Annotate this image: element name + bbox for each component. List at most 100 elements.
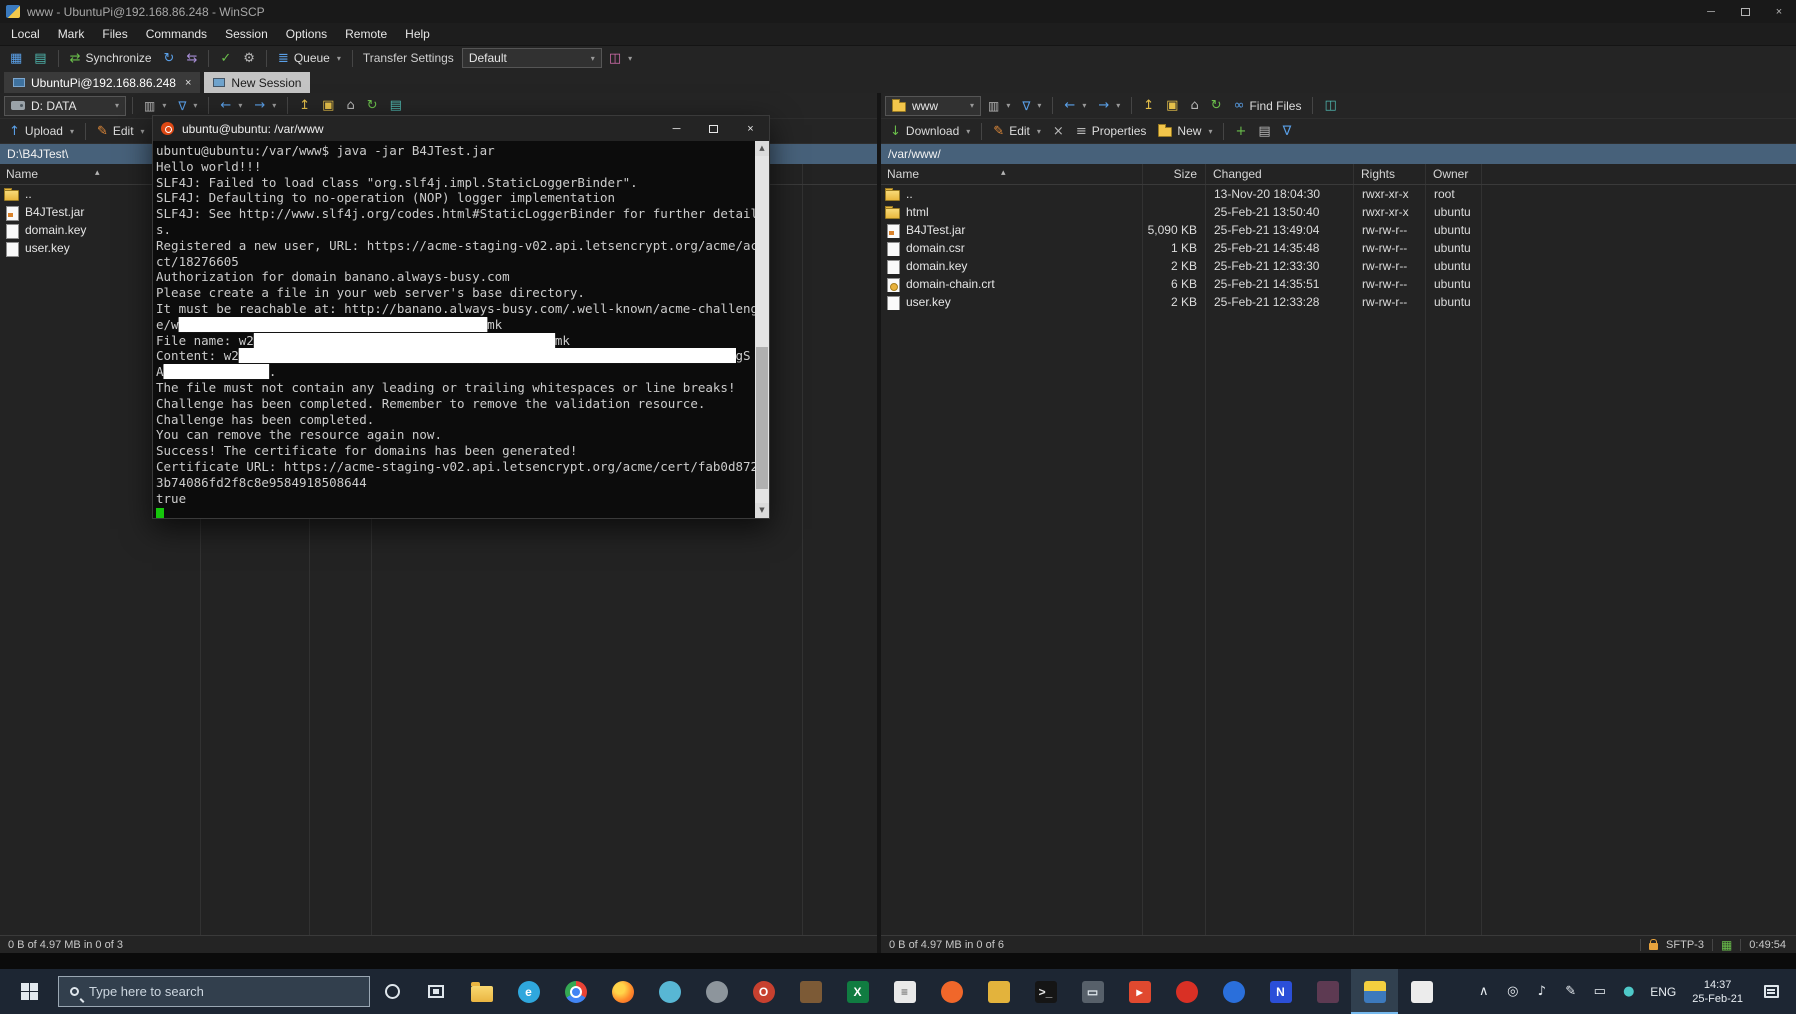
remote-forward-button[interactable]: →▾: [1093, 95, 1125, 116]
menu-item[interactable]: Local: [2, 23, 49, 45]
language-indicator[interactable]: ENG: [1643, 985, 1683, 999]
commit-button[interactable]: ✓: [215, 47, 236, 69]
scroll-down-icon[interactable]: ▼: [755, 503, 769, 518]
refresh-session-button[interactable]: ↻: [159, 47, 180, 69]
app-icon-orange[interactable]: [928, 969, 975, 1014]
tray-chevron-up-icon[interactable]: ∧: [1469, 984, 1498, 999]
remote-open-directory-button[interactable]: ◫: [1319, 95, 1341, 116]
menu-item[interactable]: Session: [216, 23, 277, 45]
delete-button[interactable]: ×: [1048, 121, 1069, 142]
terminal-window[interactable]: ubuntu@ubuntu: /var/www ─ × ubuntu@ubunt…: [152, 115, 770, 519]
tray-app-icon[interactable]: ●: [1614, 984, 1643, 999]
terminal-title-bar[interactable]: ubuntu@ubuntu: /var/www ─ ×: [153, 116, 769, 141]
local-drive-menu-button[interactable]: ▥▾: [139, 95, 171, 116]
synchronize-button[interactable]: ⇄ Synchronize: [65, 47, 157, 69]
commander-view-button[interactable]: ▦: [5, 47, 27, 69]
file-explorer-icon[interactable]: [458, 969, 505, 1014]
transfer-settings-select[interactable]: Default ▾: [462, 48, 602, 68]
remote-refresh-button[interactable]: ↻: [1206, 95, 1227, 116]
file-row[interactable]: html 25-Feb-21 13:50:40 rwxr-xr-x ubuntu: [881, 203, 1796, 221]
new-session-tab[interactable]: New Session: [204, 72, 310, 93]
taskbar-clock[interactable]: 14:37 25-Feb-21: [1683, 978, 1752, 1006]
close-button[interactable]: ×: [1762, 0, 1796, 23]
download-button[interactable]: ↓ Download ▾: [885, 121, 975, 142]
action-center-button[interactable]: [1752, 985, 1790, 998]
file-row[interactable]: B4JTest.jar 5,090 KB 25-Feb-21 13:49:04 …: [881, 221, 1796, 239]
minimize-button[interactable]: ─: [1694, 0, 1728, 23]
pen-icon[interactable]: ✎: [1556, 984, 1585, 999]
local-refresh-button[interactable]: ↻: [362, 95, 383, 116]
file-row[interactable]: domain.csr 1 KB 25-Feb-21 14:35:48 rw-rw…: [881, 239, 1796, 257]
terminal-close-button[interactable]: ×: [732, 116, 769, 141]
preferences-button[interactable]: ⚙: [238, 47, 260, 69]
app-icon-gold[interactable]: [975, 969, 1022, 1014]
terminal-scrollbar[interactable]: ▲ ▼: [755, 141, 769, 518]
terminal-minimize-button[interactable]: ─: [658, 116, 695, 141]
file-row[interactable]: user.key 2 KB 25-Feb-21 12:33:28 rw-rw-r…: [881, 293, 1796, 311]
touch-keyboard-icon[interactable]: ▭: [1585, 984, 1614, 999]
drive-selector[interactable]: D: DATA ▾: [4, 96, 126, 116]
protocol-label[interactable]: SFTP-3: [1666, 939, 1704, 951]
winscp-icon[interactable]: [1351, 969, 1398, 1014]
hidden-files-button[interactable]: ▤: [1253, 121, 1275, 142]
transfer-preset-button[interactable]: ◫ ▾: [604, 47, 637, 69]
column-header-name[interactable]: Name ▴: [881, 164, 1142, 184]
app-icon-doc[interactable]: ≡: [881, 969, 928, 1014]
feedback-icon[interactable]: [1398, 969, 1445, 1014]
column-divider[interactable]: [802, 164, 803, 935]
app-icon-red-square[interactable]: ▸: [1116, 969, 1163, 1014]
menu-item[interactable]: Options: [277, 23, 336, 45]
tab-close-icon[interactable]: ×: [185, 77, 191, 89]
new-button[interactable]: New ▾: [1153, 121, 1217, 142]
remote-home-directory-button[interactable]: ⌂: [1185, 95, 1203, 116]
opera-icon[interactable]: O: [740, 969, 787, 1014]
column-header-owner[interactable]: Owner: [1425, 164, 1481, 184]
queue-button[interactable]: ≣ Queue ▾: [273, 47, 346, 69]
menu-item[interactable]: Files: [93, 23, 136, 45]
terminal-maximize-button[interactable]: [695, 116, 732, 141]
display-settings-icon[interactable]: ▭: [1069, 969, 1116, 1014]
taskbar-search[interactable]: Type here to search: [58, 976, 370, 1007]
app-icon-red[interactable]: [1163, 969, 1210, 1014]
local-edit-button[interactable]: ✎ Edit ▾: [92, 121, 150, 142]
column-header-size[interactable]: Size: [1142, 164, 1205, 184]
volume-icon[interactable]: ♪: [1527, 984, 1556, 999]
file-row[interactable]: domain-chain.crt 6 KB 25-Feb-21 14:35:51…: [881, 275, 1796, 293]
excel-icon[interactable]: X: [834, 969, 881, 1014]
file-row[interactable]: domain.key 2 KB 25-Feb-21 12:33:30 rw-rw…: [881, 257, 1796, 275]
app-icon-blue[interactable]: [1210, 969, 1257, 1014]
start-button[interactable]: [0, 969, 58, 1014]
chrome-icon[interactable]: [552, 969, 599, 1014]
remote-root-directory-button[interactable]: ▣: [1161, 95, 1183, 116]
column-header-rights[interactable]: Rights: [1353, 164, 1425, 184]
local-home-directory-button[interactable]: ⌂: [341, 95, 359, 116]
column-header-changed[interactable]: Changed: [1205, 164, 1353, 184]
add-button[interactable]: +: [1230, 121, 1251, 142]
menu-item[interactable]: Mark: [49, 23, 94, 45]
local-open-directory-button[interactable]: ▤: [385, 95, 407, 116]
filter-toggle-button[interactable]: ∇: [1278, 121, 1297, 142]
compare-directories-button[interactable]: ⇆: [181, 47, 202, 69]
remote-directory-selector[interactable]: www ▾: [885, 96, 981, 116]
menu-item[interactable]: Help: [396, 23, 439, 45]
remote-drive-menu-button[interactable]: ▥▾: [983, 95, 1015, 116]
remote-path-bar[interactable]: /var/www/: [881, 144, 1796, 164]
file-row[interactable]: .. 13-Nov-20 18:04:30 rwxr-xr-x root: [881, 185, 1796, 203]
local-filter-button[interactable]: ∇▾: [173, 95, 202, 116]
panel-layout-button[interactable]: ▤: [29, 47, 51, 69]
terminal-body[interactable]: ubuntu@ubuntu:/var/www$ java -jar B4JTes…: [153, 141, 769, 518]
local-forward-button[interactable]: →▾: [249, 95, 281, 116]
app-icon-gray[interactable]: [693, 969, 740, 1014]
remote-filter-button[interactable]: ∇▾: [1017, 95, 1046, 116]
remote-back-button[interactable]: ←▾: [1059, 95, 1091, 116]
tray-people-icon[interactable]: ◎: [1498, 984, 1527, 999]
app-icon-teal[interactable]: [646, 969, 693, 1014]
remote-parent-directory-button[interactable]: ↥: [1138, 95, 1159, 116]
app-icon-brown[interactable]: [787, 969, 834, 1014]
local-back-button[interactable]: ←▾: [215, 95, 247, 116]
upload-button[interactable]: ↑ Upload ▾: [4, 121, 79, 142]
cmd-icon[interactable]: >_: [1022, 969, 1069, 1014]
local-root-directory-button[interactable]: ▣: [317, 95, 339, 116]
properties-button[interactable]: ≡ Properties: [1071, 121, 1152, 142]
firefox-icon[interactable]: [599, 969, 646, 1014]
